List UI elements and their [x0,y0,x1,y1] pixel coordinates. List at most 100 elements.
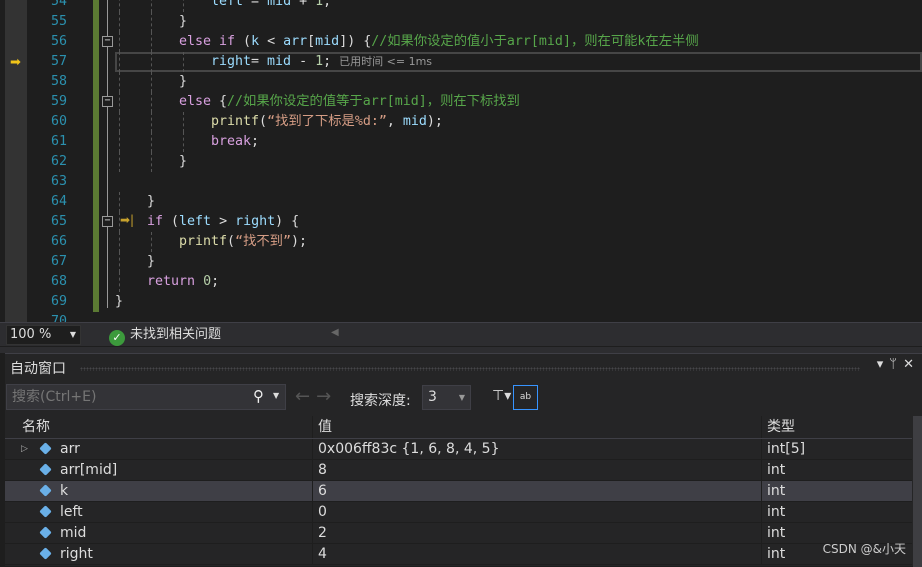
code-line[interactable]: 57 right= mid - 1; 已用时间 <= 1ms [0,52,922,72]
cell-value[interactable]: 2 [314,523,762,543]
collapse-icon[interactable]: − [102,216,113,227]
indent-guide [119,72,120,92]
indent-guide [151,112,152,132]
collapse-icon[interactable]: − [102,96,113,107]
scroll-left-icon[interactable]: ◀ [331,327,339,338]
line-number: 58 [50,74,67,89]
code-token: ; [251,134,260,149]
code-token: ]) { [339,34,372,49]
code-line[interactable]: 68 return 0; [0,272,922,292]
search-navigation: ←→ [295,386,337,407]
vertical-scrollbar[interactable] [913,416,922,567]
code-token: //如果你设定的值小于arr[mid]，则在可能k在左半侧 [371,34,699,49]
column-header-type[interactable]: 类型 [763,416,913,438]
code-token: } [179,74,188,89]
code-token: k [251,34,260,49]
code-editor[interactable]: ➡ ➡| 54 left = mid + 1; 55} 56 else if (k < … [0,0,922,322]
cell-name: ▷ arr [18,439,313,459]
cell-name: right [18,544,313,564]
issues-indicator[interactable]: ✓ 未找到相关问题 [109,325,221,346]
variable-icon [39,463,52,476]
code-token: } [115,294,124,309]
code-line[interactable]: 62} [0,152,922,172]
code-token: [ [307,34,316,49]
expand-icon[interactable]: ▷ [21,439,28,460]
indent-guide [119,32,120,52]
pin-icon[interactable]: ᛘ [889,357,903,372]
table-header: 名称 值 类型 [5,416,912,439]
code-line[interactable]: 70 [0,312,922,322]
pin-filter-icon[interactable]: ⊤▾ [492,388,511,404]
issues-text: 未找到相关问题 [130,327,222,342]
chevron-down-icon[interactable]: ▼ [273,391,279,400]
back-arrow-icon[interactable]: ← [295,386,316,407]
collapse-icon[interactable]: − [102,36,113,47]
indent-guide [151,52,152,72]
variable-icon [39,547,52,560]
table-row[interactable]: k 6 int [5,481,912,502]
code-token: else [179,94,212,109]
code-token: ( [227,234,236,249]
hex-display-toggle-icon[interactable]: ab [513,385,538,410]
table-row[interactable]: mid 2 int [5,523,912,544]
line-number: 63 [50,174,67,189]
cell-value[interactable]: 8 [314,460,762,480]
dropdown-icon[interactable]: ▾ [877,357,890,372]
code-token: ) { [275,214,300,229]
code-line[interactable]: 69} [0,292,922,312]
code-token: mid [402,114,427,129]
cell-value[interactable]: 4 [314,544,762,564]
variable-name: right [60,546,93,562]
search-depth-select[interactable]: 3 ▼ [422,385,471,410]
variable-name: arr[mid] [60,462,118,478]
table-row[interactable]: left 0 int [5,502,912,523]
code-line[interactable]: 61 break; [0,132,922,152]
cell-type: int [767,483,786,499]
autos-window: 自动窗口 ▾ᛘ✕ ⚲ ▼ ←→ 搜索深度: 3▼ ⊤▾ ab 名称 值 类型 ▷… [5,353,922,567]
cell-type: int [767,504,786,520]
chevron-down-icon: ▼ [458,393,465,402]
code-line[interactable]: 59 else {//如果你设定的值等于arr[mid]，则在下标找到 − [0,92,922,112]
code-token: } [179,14,188,29]
code-token: } [147,254,156,269]
table-row[interactable]: arr[mid] 8 int [5,460,912,481]
line-number: 69 [50,294,67,309]
table-row[interactable]: ▷ arr 0x006ff83c {1, 6, 8, 4, 5} int[5] [5,439,912,460]
cell-value[interactable]: 0x006ff83c {1, 6, 8, 4, 5} [314,439,762,459]
table-row[interactable]: right 4 int [5,544,912,565]
line-number: 59 [50,94,67,109]
search-input[interactable] [7,385,247,409]
code-token: else if [179,34,236,49]
code-line[interactable]: 64} [0,192,922,212]
column-header-value[interactable]: 值 [314,416,762,438]
code-line[interactable]: 63 [0,172,922,192]
code-line[interactable]: 55} [0,12,922,32]
panel-grip[interactable] [80,367,860,371]
indent-guide [151,72,152,92]
close-icon[interactable]: ✕ [903,357,920,372]
search-icon[interactable]: ⚲ [253,387,264,405]
code-line[interactable]: 58} [0,72,922,92]
code-token: = [243,0,268,9]
line-number: 61 [50,134,67,149]
cell-value[interactable]: 6 [314,481,762,501]
line-number: 60 [50,114,67,129]
zoom-value: 100 % [10,327,52,342]
code-token: mid [267,0,292,9]
code-line[interactable]: 60 printf(“找到了下标是%d:”, mid); [0,112,922,132]
code-text: right= mid - 1; 已用时间 <= 1ms [211,52,432,72]
code-line[interactable]: 65 if (left > right) {− [0,212,922,232]
zoom-select[interactable]: 100 % ▼ [6,325,81,345]
column-header-name[interactable]: 名称 [18,416,313,438]
line-number: 62 [50,154,67,169]
code-line[interactable]: 56 else if (k < arr[mid]) {//如果你设定的值小于arr… [0,32,922,52]
forward-arrow-icon[interactable]: → [316,386,337,407]
code-line[interactable]: 66 printf(“找不到”); [0,232,922,252]
code-line[interactable]: 54 left = mid + 1; [0,0,922,12]
cell-value[interactable]: 0 [314,502,762,522]
cell-name: mid [18,523,313,543]
code-line[interactable]: 67} [0,252,922,272]
code-token: mid [315,34,340,49]
search-box: ⚲ ▼ [6,384,286,410]
